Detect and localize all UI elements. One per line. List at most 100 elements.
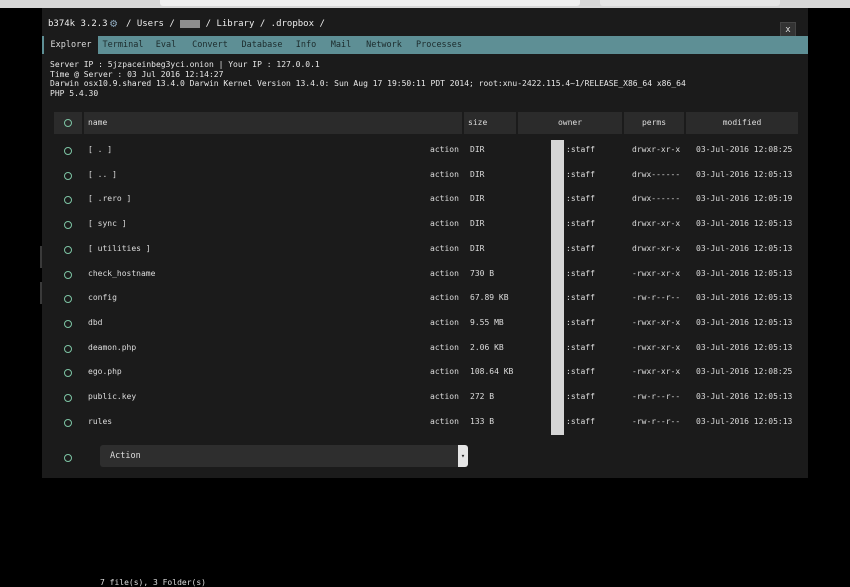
your-ip: 127.0.0.1 <box>276 60 320 69</box>
table-row[interactable]: dbd action 9.55 MB:staff -rwxr-xr-x 03-Jul-2… <box>54 311 798 335</box>
chevron-down-icon[interactable]: ▾ <box>458 445 468 467</box>
action-link[interactable]: action <box>430 187 459 211</box>
file-perms[interactable]: drwx------ <box>632 163 680 187</box>
file-perms[interactable]: drwxr-xr-x <box>632 138 680 162</box>
file-perms[interactable]: -rwxr-xr-x <box>632 336 680 360</box>
file-perms[interactable]: -rw-r--r-- <box>632 385 680 409</box>
file-name[interactable]: public.key <box>88 385 136 409</box>
tab-convert[interactable]: Convert <box>186 36 234 54</box>
table-header: name size owner perms modified <box>54 112 798 134</box>
action-link[interactable]: action <box>430 262 459 286</box>
table-row[interactable]: config action 67.89 KB:staff -rw-r--r-- 03-J… <box>54 286 798 310</box>
file-perms[interactable]: drwx------ <box>632 187 680 211</box>
breadcrumb-dropbox[interactable]: .dropbox <box>271 19 314 29</box>
file-perms[interactable]: drwxr-xr-x <box>632 237 680 261</box>
file-modified: 03-Jul-2016 12:08:25 <box>696 145 793 154</box>
table-row[interactable]: deamon.php action 2.06 KB:staff -rwxr-xr-x 0… <box>54 336 798 360</box>
action-link[interactable]: action <box>430 138 459 162</box>
table-row[interactable]: rules action 133 B:staff -rw-r--r-- 03-Jul-2… <box>54 410 798 434</box>
action-link[interactable]: action <box>430 336 459 360</box>
breadcrumb-sep: / <box>259 19 266 29</box>
table-row[interactable]: public.key action 272 B:staff -rw-r--r-- 03-… <box>54 385 798 409</box>
row-radio[interactable] <box>64 418 72 427</box>
file-owner: :staff <box>566 194 595 204</box>
row-radio[interactable] <box>64 171 72 180</box>
breadcrumb-users[interactable]: Users <box>137 19 164 29</box>
row-radio[interactable] <box>64 245 72 254</box>
row-radio[interactable] <box>64 394 72 402</box>
header-perms[interactable]: perms <box>624 112 684 134</box>
header-owner[interactable]: owner <box>518 112 622 134</box>
file-perms[interactable]: -rw-r--r-- <box>632 410 680 434</box>
search-bar[interactable] <box>600 0 780 6</box>
file-name[interactable]: dbd <box>88 311 102 335</box>
tab-eval[interactable]: Eval <box>148 36 184 54</box>
tab-processes[interactable]: Processes <box>410 36 468 54</box>
file-name[interactable]: [ utilities ] <box>88 237 151 261</box>
file-perms[interactable]: -rwxr-xr-x <box>632 262 680 286</box>
action-link[interactable]: action <box>430 237 459 261</box>
server-info: Server IP : 5jzpaceinbeg3yci.onion | You… <box>50 60 686 98</box>
row-radio[interactable] <box>64 196 72 205</box>
app-brand[interactable]: b374k 3.2.3 <box>48 19 108 29</box>
file-name[interactable]: config <box>88 286 117 310</box>
table-row[interactable]: [ utilities ] action DIR:staff drwxr-xr-x 03… <box>54 237 798 261</box>
row-radio[interactable] <box>64 344 72 353</box>
tab-info[interactable]: Info <box>290 36 322 54</box>
action-link[interactable]: action <box>430 385 459 409</box>
tab-mail[interactable]: Mail <box>324 36 358 54</box>
header-size[interactable]: size <box>464 112 516 134</box>
file-size: DIR <box>470 219 485 229</box>
header-modified[interactable]: modified <box>686 112 798 134</box>
row-radio[interactable] <box>64 319 72 328</box>
tab-bar: Explorer Terminal Eval Convert Database … <box>42 36 808 54</box>
action-link[interactable]: action <box>430 410 459 434</box>
file-name[interactable]: [ .rero ] <box>88 187 131 211</box>
table-row[interactable]: [ sync ] action DIR:staff drwxr-xr-x 03-Jul-… <box>54 212 798 236</box>
breadcrumb-sep: / <box>205 19 212 29</box>
action-link[interactable]: action <box>430 360 459 384</box>
file-perms[interactable]: drwxr-xr-x <box>632 212 680 236</box>
row-radio[interactable] <box>64 270 72 279</box>
table-row[interactable]: ego.php action 108.64 KB:staff -rwxr-xr-x 03… <box>54 360 798 384</box>
file-perms[interactable]: -rwxr-xr-x <box>632 360 680 384</box>
table-row[interactable]: check_hostname action 730 B:staff -rwxr-xr-… <box>54 262 798 286</box>
select-all-radio[interactable] <box>64 119 72 127</box>
table-row[interactable]: [ . ] action DIR:staff drwxr-xr-x 03-Jul-201… <box>54 138 798 162</box>
row-radio[interactable] <box>64 147 72 155</box>
tab-database[interactable]: Database <box>236 36 288 54</box>
table-row[interactable]: [ .rero ] action DIR:staff drwx------ 03-Jul… <box>54 187 798 211</box>
file-name[interactable]: deamon.php <box>88 336 136 360</box>
file-count: 7 file(s), 3 Folder(s) <box>100 578 206 587</box>
file-owner: :staff <box>566 342 595 352</box>
file-name[interactable]: [ . ] <box>88 138 112 162</box>
file-owner: :staff <box>566 293 595 303</box>
file-name[interactable]: check_hostname <box>88 262 155 286</box>
file-size: 272 B <box>470 392 495 401</box>
row-radio[interactable] <box>64 221 72 230</box>
table-row[interactable]: [ .. ] action DIR:staff drwx------ 03-Jul-20… <box>54 163 798 187</box>
tab-explorer[interactable]: Explorer <box>44 36 98 54</box>
file-perms[interactable]: -rwxr-xr-x <box>632 311 680 335</box>
file-owner: :staff <box>566 243 595 253</box>
gear-icon[interactable]: ⚙ <box>110 16 117 30</box>
file-name[interactable]: ego.php <box>88 360 122 384</box>
row-radio[interactable] <box>64 454 72 462</box>
file-name[interactable]: [ sync ] <box>88 212 127 236</box>
header-name[interactable]: name <box>84 112 462 134</box>
action-link[interactable]: action <box>430 212 459 236</box>
redacted-username[interactable] <box>180 19 201 28</box>
file-perms[interactable]: -rw-r--r-- <box>632 286 680 310</box>
action-select[interactable]: Action ▾ <box>100 445 468 467</box>
file-name[interactable]: [ .. ] <box>88 163 117 187</box>
action-link[interactable]: action <box>430 163 459 187</box>
action-link[interactable]: action <box>430 286 459 310</box>
tab-terminal[interactable]: Terminal <box>100 36 146 54</box>
row-radio[interactable] <box>64 369 72 378</box>
breadcrumb-library[interactable]: Library <box>216 19 254 29</box>
action-link[interactable]: action <box>430 311 459 335</box>
address-bar[interactable] <box>160 0 580 6</box>
tab-network[interactable]: Network <box>360 36 408 54</box>
file-name[interactable]: rules <box>88 410 112 434</box>
row-radio[interactable] <box>64 295 72 304</box>
